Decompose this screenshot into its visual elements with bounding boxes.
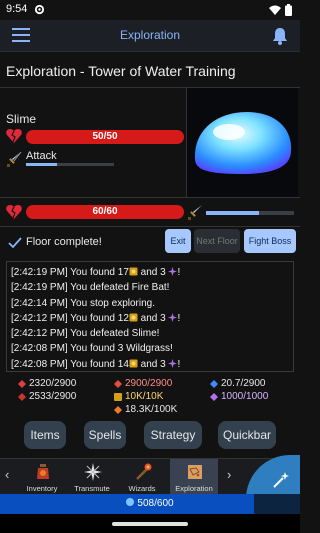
mana-bar: 508/600 [0, 494, 300, 514]
settings-gear-icon [34, 4, 45, 15]
gold-coin-icon [114, 392, 122, 401]
page-title: Exploration - Tower of Water Training [6, 63, 236, 79]
system-nav-bar [0, 514, 300, 533]
log-entry: [2:42:19 PM] You defeated Fire Bat! [11, 282, 170, 294]
status-time: 9:54 [6, 3, 28, 15]
next-floor-button[interactable]: Next Floor [194, 229, 240, 253]
log-entry: [2:42:08 PM] You found 3 Wildgrass! [11, 343, 173, 355]
bell-icon[interactable] [272, 27, 288, 45]
exploration-log[interactable]: [2:42:19 PM] You found 17 and 3 ! [2:42:1… [6, 261, 294, 372]
potion-jar-icon [34, 463, 52, 481]
wand-staff-icon [134, 463, 152, 481]
status-bar: 9:54 [0, 0, 300, 20]
sword-icon [6, 151, 22, 167]
strategy-button[interactable]: Strategy [144, 421, 202, 449]
broken-heart-icon [6, 129, 22, 143]
red-gem-icon [18, 392, 26, 401]
tab-transmute[interactable]: Transmute [68, 459, 116, 495]
checkmark-icon [8, 236, 22, 249]
resource-red-gem-1: 2320/2900 [18, 378, 76, 389]
resource-red-crystal: 2900/2900 [114, 378, 172, 389]
log-entry: [2:42:12 PM] You defeated Slime! [11, 328, 160, 340]
red-crystal-icon [114, 379, 122, 388]
home-indicator[interactable] [112, 522, 188, 526]
gold-coin-icon [129, 312, 138, 322]
log-entry: [2:42:19 PM] You found 17 and 3 ! [11, 266, 181, 278]
player-hp-text: 60/60 [92, 206, 118, 217]
spells-button[interactable]: Spells [84, 421, 126, 449]
purple-gem-icon [210, 392, 218, 401]
app-title: Exploration [119, 28, 181, 42]
wifi-icon [269, 5, 281, 18]
slime-portrait [186, 88, 298, 197]
player-hp-bar: 60/60 [26, 205, 184, 219]
resource-gold: 10K/10K [114, 391, 163, 402]
blue-gem-icon [210, 379, 218, 388]
quickbar-button[interactable]: Quickbar [218, 421, 276, 449]
app-bar: Exploration [0, 20, 300, 52]
chevron-right-icon[interactable]: › [227, 467, 231, 482]
mana-orb-icon [126, 498, 135, 506]
broken-heart-icon [6, 205, 22, 219]
tab-inventory[interactable]: Inventory [18, 459, 66, 495]
enemy-hp-text: 50/50 [92, 131, 118, 142]
enemy-attack-progress [26, 163, 114, 166]
log-entry: [2:42:08 PM] You found 14 and 3 ! [11, 358, 181, 370]
resource-purple-gem: 1000/1000 [210, 391, 268, 402]
battery-icon [285, 4, 292, 19]
attack-label: Attack [26, 150, 57, 162]
enemy-panel: Slime 50/50 Attack [0, 87, 300, 198]
items-button[interactable]: Items [24, 421, 66, 449]
player-attack-progress [206, 211, 294, 215]
floor-status-row: Floor complete! Exit Next Floor Fight Bo… [0, 226, 300, 256]
red-gem-icon [18, 379, 26, 388]
log-entry: [2:42:14 PM] You stop exploring. [11, 297, 155, 309]
tab-exploration[interactable]: Exploration [170, 459, 218, 495]
enemy-hp-bar: 50/50 [26, 130, 184, 144]
log-entry: [2:42:12 PM] You found 12 and 3 ! [11, 312, 181, 324]
gold-coin-icon [129, 358, 138, 368]
fight-boss-button[interactable]: Fight Boss [244, 229, 296, 253]
mana-text: 508/600 [137, 498, 174, 509]
fire-gem-icon [114, 405, 122, 414]
action-buttons-row: Items Spells Strategy Quickbar [0, 421, 300, 451]
player-status-row: 60/60 [0, 202, 300, 224]
resource-fire-gem: 18.3K/100K [114, 404, 177, 415]
chevron-left-icon[interactable]: ‹ [5, 467, 9, 482]
tab-wizards[interactable]: Wizards [118, 459, 166, 495]
resource-red-gem-2: 2533/2900 [18, 391, 76, 402]
magic-wand-icon [272, 471, 290, 494]
sparkle-burst-icon [84, 463, 102, 481]
map-scroll-icon [186, 463, 204, 481]
floor-status-text: Floor complete! [26, 236, 102, 248]
exit-button[interactable]: Exit [165, 229, 191, 253]
enemy-name: Slime [6, 112, 37, 126]
gold-coin-icon [129, 266, 138, 276]
sword-icon [187, 204, 203, 220]
resource-blue-gem: 20.7/2900 [210, 378, 266, 389]
